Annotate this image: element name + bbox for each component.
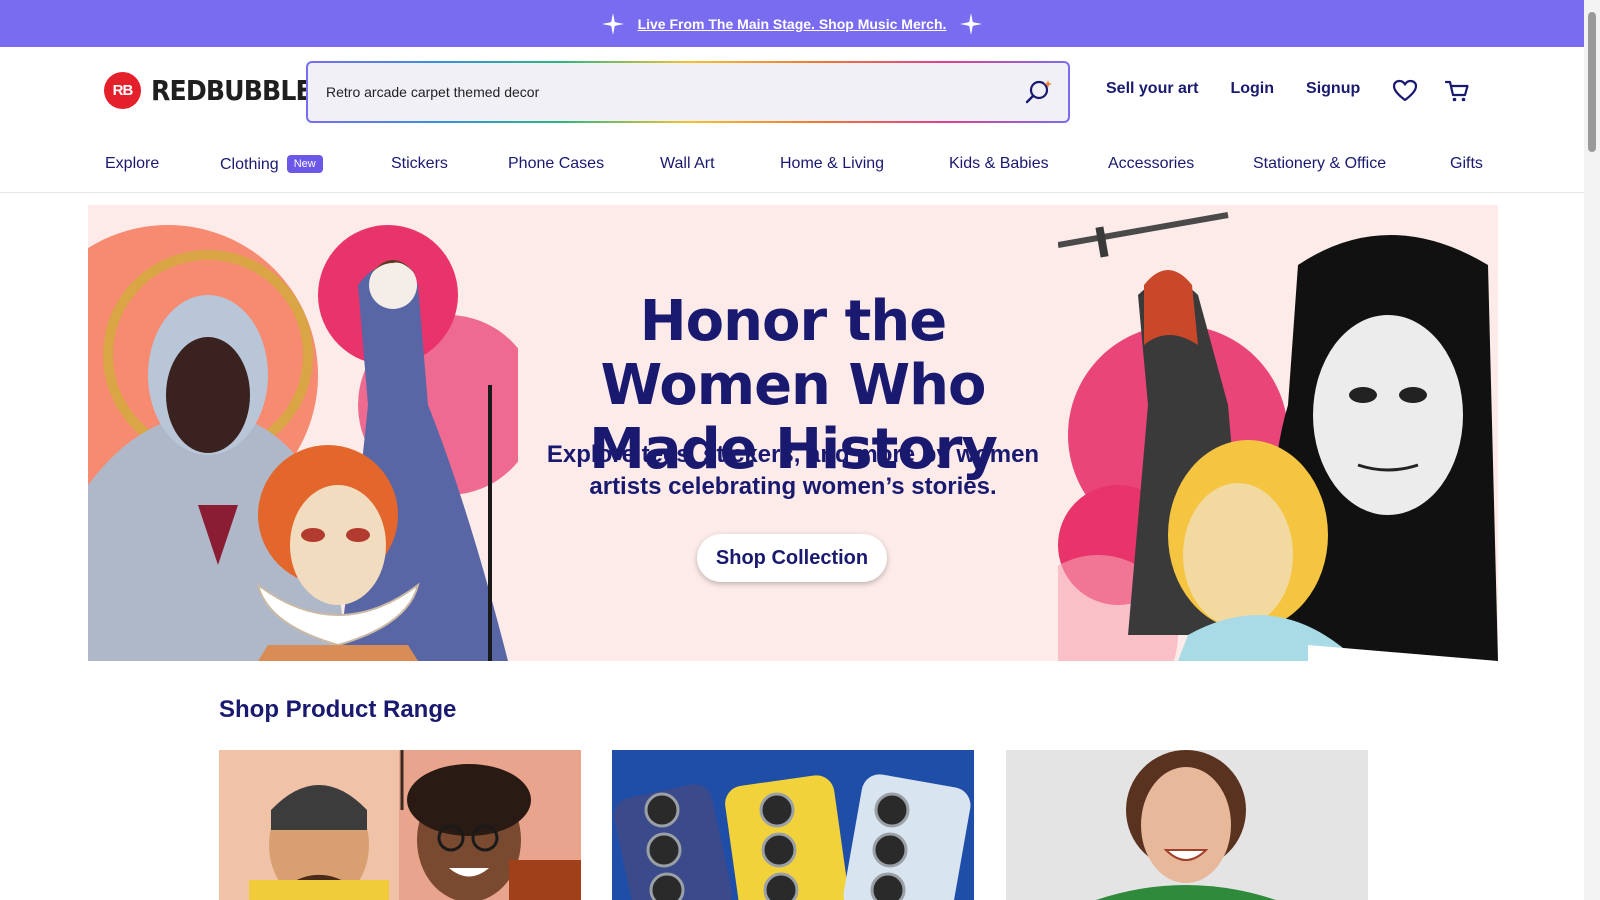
shop-collection-button[interactable]: Shop Collection	[697, 534, 887, 582]
hero-illustration-left	[88, 225, 518, 661]
search-field-container	[308, 63, 1068, 121]
product-card-phone-cases[interactable]	[612, 750, 974, 900]
page-scrollbar[interactable]	[1584, 0, 1600, 900]
sparkle-icon	[960, 12, 983, 35]
clothing-photo	[219, 750, 581, 900]
hero-illustration-right	[1058, 212, 1498, 661]
login-link[interactable]: Login	[1230, 80, 1274, 98]
search-bar	[306, 61, 1070, 123]
nav-item-stationery-office[interactable]: Stationery & Office	[1253, 155, 1386, 173]
nav-item-clothing[interactable]: Clothing New	[220, 155, 323, 174]
nav-item-explore[interactable]: Explore	[105, 155, 159, 173]
nav-item-home-living[interactable]: Home & Living	[780, 155, 884, 173]
sell-your-art-link[interactable]: Sell your art	[1106, 80, 1198, 98]
nav-item-wall-art[interactable]: Wall Art	[660, 155, 715, 173]
product-range-title: Shop Product Range	[219, 696, 457, 723]
search-input[interactable]	[324, 83, 1024, 101]
cart-icon[interactable]	[1444, 78, 1470, 104]
new-badge: New	[286, 155, 323, 173]
hero-banner[interactable]: Honor the Women Who Made History Explore…	[88, 205, 1498, 661]
product-card-clothing[interactable]	[219, 750, 581, 900]
category-nav: Explore Clothing New Stickers Phone Cases…	[0, 139, 1584, 193]
header-links: Sell your art Login Signup	[1106, 80, 1360, 98]
site-header: RB REDBUBBLE Sell your art Login Signup	[0, 47, 1584, 139]
hero-subtitle: Explore tees, stickers, and more by wome…	[546, 441, 1040, 500]
redbubble-logo[interactable]: RB REDBUBBLE	[104, 72, 330, 109]
promo-link[interactable]: Live From The Main Stage. Shop Music Mer…	[638, 16, 947, 32]
signup-link[interactable]: Signup	[1306, 80, 1360, 98]
scrollbar-thumb[interactable]	[1588, 12, 1596, 152]
heart-icon[interactable]	[1392, 78, 1418, 104]
nav-item-kids-babies[interactable]: Kids & Babies	[949, 155, 1049, 173]
sparkle-icon	[601, 12, 624, 35]
nav-item-phone-cases[interactable]: Phone Cases	[508, 155, 604, 173]
nav-item-clothing-label: Clothing	[220, 156, 279, 173]
product-card-tshirts[interactable]	[1006, 750, 1368, 900]
nav-item-accessories[interactable]: Accessories	[1108, 155, 1194, 173]
logo-mark: RB	[104, 72, 141, 109]
nav-item-gifts[interactable]: Gifts	[1450, 155, 1483, 173]
promo-bar: Live From The Main Stage. Shop Music Mer…	[0, 0, 1584, 47]
logo-text: REDBUBBLE	[151, 74, 313, 107]
tshirt-model-photo	[1006, 750, 1368, 900]
search-icon[interactable]	[1024, 78, 1052, 106]
nav-item-stickers[interactable]: Stickers	[391, 155, 448, 173]
phone-cases-photo	[612, 750, 974, 900]
